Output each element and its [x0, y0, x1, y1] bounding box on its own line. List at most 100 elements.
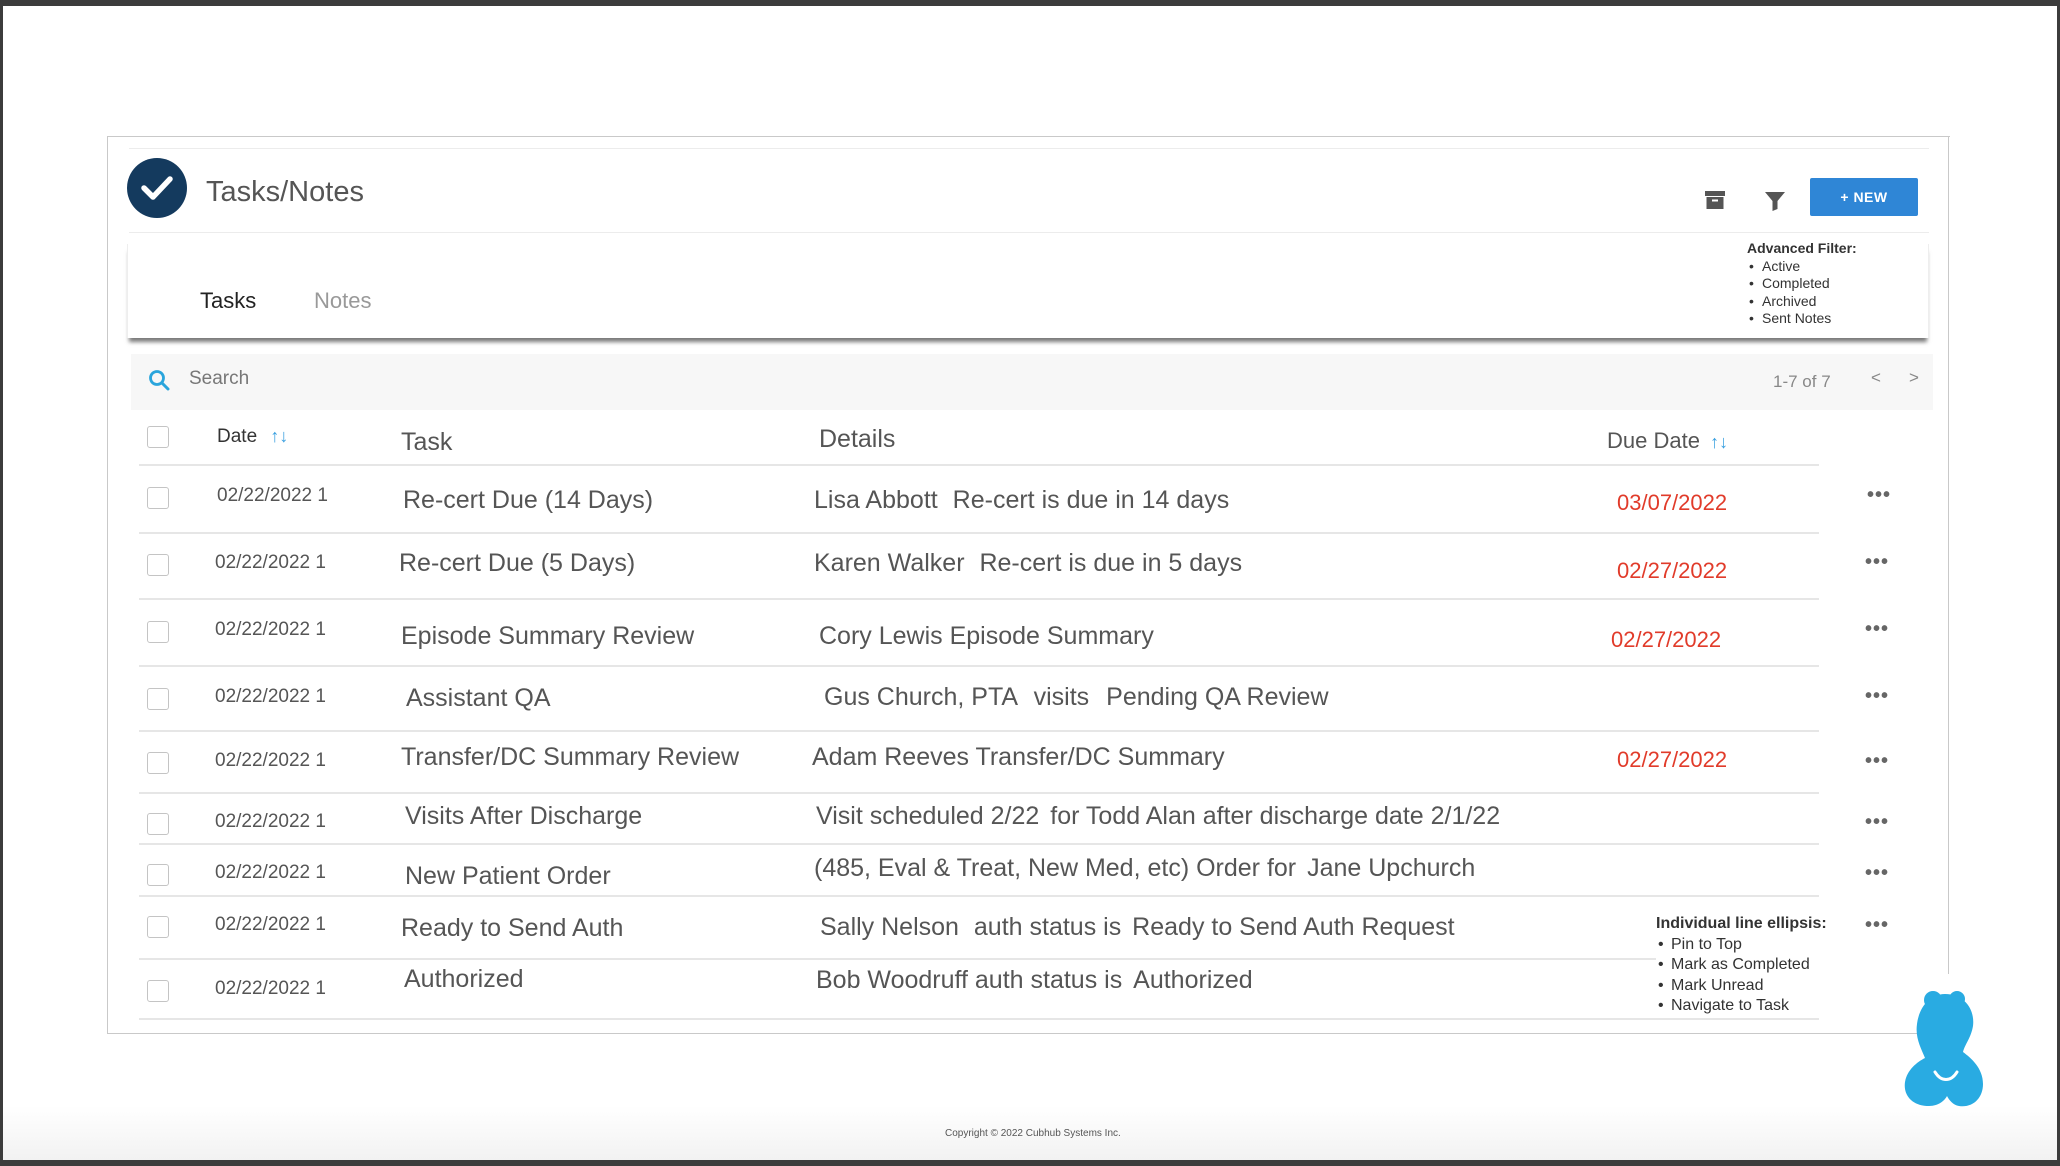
header-divider [129, 232, 1929, 233]
row-checkbox[interactable] [147, 487, 169, 509]
advanced-filter-item: Archived [1747, 293, 1857, 311]
search-icon [147, 368, 171, 392]
row-checkbox[interactable] [147, 621, 169, 643]
row-details-text: Visit scheduled 2/22 [816, 802, 1040, 830]
tab-notes[interactable]: Notes [314, 288, 371, 314]
row-menu-ellipsis-icon[interactable]: ••• [1865, 750, 1889, 773]
column-header-date-label: Date [217, 426, 258, 447]
row-divider [139, 1018, 1819, 1020]
line-ellipsis-item: Navigate to Task [1656, 996, 1866, 1017]
row-details: Bob Woodruff auth status is Authorized [816, 966, 1253, 995]
row-menu-ellipsis-icon[interactable]: ••• [1865, 914, 1889, 937]
row-date: 02/22/2022 1 [215, 978, 326, 999]
row-checkbox[interactable] [147, 688, 169, 710]
row-menu-ellipsis-icon[interactable]: ••• [1867, 484, 1891, 507]
row-details: Gus Church, PTA visits Pending QA Review [824, 683, 1329, 712]
column-header-date[interactable]: Date ↑↓ [217, 426, 288, 448]
cubhub-bear-logo-icon [1899, 986, 1995, 1117]
row-details-name: Gus Church, PTA [824, 683, 1017, 711]
row-details-text: Re-cert is due in 14 days [952, 486, 1230, 514]
row-date: 02/22/2022 1 [217, 485, 328, 506]
row-task: New Patient Order [405, 862, 611, 890]
row-date: 02/22/2022 1 [215, 811, 326, 832]
pagination-count: 1-7 of 7 [1773, 372, 1831, 391]
row-divider [139, 792, 1819, 794]
row-details-text: (485, Eval & Treat, New Med, etc) Order … [814, 854, 1297, 882]
line-ellipsis-item: Mark Unread [1656, 976, 1866, 997]
row-details-text: Adam Reeves Transfer/DC Summary [812, 743, 1225, 771]
row-due-date: 02/27/2022 [1617, 747, 1728, 772]
row-checkbox[interactable] [147, 752, 169, 774]
row-checkbox[interactable] [147, 554, 169, 576]
row-checkbox[interactable] [147, 916, 169, 938]
row-details-name: Jane Upchurch [1307, 854, 1476, 882]
new-button[interactable]: + NEW [1810, 178, 1918, 216]
row-date: 02/22/2022 1 [215, 862, 326, 883]
row-task: Re-cert Due (5 Days) [399, 549, 636, 577]
archive-icon[interactable] [1703, 188, 1727, 212]
advanced-filter-item: Sent Notes [1747, 310, 1857, 328]
select-all-checkbox[interactable] [147, 426, 169, 448]
column-header-details: Details [819, 425, 896, 453]
row-checkbox[interactable] [147, 864, 169, 886]
row-date: 02/22/2022 1 [215, 619, 326, 640]
row-checkbox[interactable] [147, 813, 169, 835]
advanced-filter-title: Advanced Filter: [1747, 240, 1857, 256]
line-ellipsis-item: Pin to Top [1656, 935, 1866, 956]
row-date: 02/22/2022 1 [215, 750, 326, 771]
line-ellipsis-title: Individual line ellipsis: [1656, 915, 1827, 932]
row-menu-ellipsis-icon[interactable]: ••• [1865, 862, 1889, 885]
search-bar[interactable] [131, 354, 1933, 410]
row-date: 02/22/2022 1 [215, 552, 326, 573]
row-details-text: Cory Lewis Episode Summary [819, 622, 1154, 650]
card-right-border [1948, 136, 1949, 974]
row-task: Transfer/DC Summary Review [401, 743, 740, 771]
row-divider [139, 464, 1819, 466]
row-divider [139, 532, 1819, 534]
row-details: Cory Lewis Episode Summary [819, 622, 1154, 651]
row-details: Sally Nelson auth status is Ready to Sen… [820, 913, 1455, 942]
row-details-text: Bob Woodruff auth status is [816, 966, 1123, 994]
row-task: Visits After Discharge [405, 802, 643, 830]
search-input[interactable]: Search [189, 368, 249, 390]
tasks-check-icon [127, 158, 187, 218]
row-task: Ready to Send Auth [401, 914, 624, 942]
prev-page-button[interactable]: < [1871, 368, 1881, 388]
row-details-status: Pending QA Review [1106, 683, 1329, 711]
row-menu-ellipsis-icon[interactable]: ••• [1865, 551, 1889, 574]
row-divider [139, 598, 1819, 600]
row-details-name: Sally Nelson [820, 913, 959, 941]
advanced-filter-item: Completed [1747, 275, 1857, 293]
row-details-status: Authorized [1133, 966, 1253, 994]
copyright: Copyright © 2022 Cubhub Systems Inc. [945, 1128, 1121, 1139]
row-divider [139, 895, 1819, 897]
row-date: 02/22/2022 1 [215, 914, 326, 935]
row-details-status: Ready to Send Auth Request [1132, 913, 1455, 941]
row-menu-ellipsis-icon[interactable]: ••• [1865, 618, 1889, 641]
row-due-date: 02/27/2022 [1611, 627, 1722, 652]
row-details-text: auth status is [973, 913, 1122, 941]
row-divider [139, 730, 1819, 732]
row-divider [139, 665, 1819, 667]
row-task: Assistant QA [406, 684, 551, 712]
row-details: Visit scheduled 2/22 for Todd Alan after… [816, 802, 1500, 831]
tab-tasks[interactable]: Tasks [200, 288, 256, 314]
sort-icon[interactable]: ↑↓ [1710, 432, 1728, 452]
row-menu-ellipsis-icon[interactable]: ••• [1865, 685, 1889, 708]
sort-icon[interactable]: ↑↓ [270, 426, 288, 446]
row-menu-ellipsis-icon[interactable]: ••• [1865, 811, 1889, 834]
line-ellipsis-note: Individual line ellipsis: Pin to Top Mar… [1656, 914, 1866, 1017]
filter-icon[interactable] [1763, 189, 1787, 213]
header-divider [129, 148, 1929, 149]
row-due-date: 03/07/2022 [1617, 490, 1728, 515]
next-page-button[interactable]: > [1909, 368, 1919, 388]
row-details: Adam Reeves Transfer/DC Summary [812, 743, 1225, 772]
row-details-text: Re-cert is due in 5 days [979, 549, 1243, 577]
row-due-date: 02/27/2022 [1617, 558, 1728, 583]
row-details-text: for Todd Alan after discharge date 2/1/2… [1050, 802, 1501, 830]
row-task: Re-cert Due (14 Days) [403, 486, 654, 514]
column-header-due-date[interactable]: Due Date ↑↓ [1607, 428, 1728, 454]
row-checkbox[interactable] [147, 980, 169, 1002]
row-details: Lisa Abbott Re-cert is due in 14 days [814, 486, 1229, 515]
row-details-name: Lisa Abbott [814, 486, 938, 514]
